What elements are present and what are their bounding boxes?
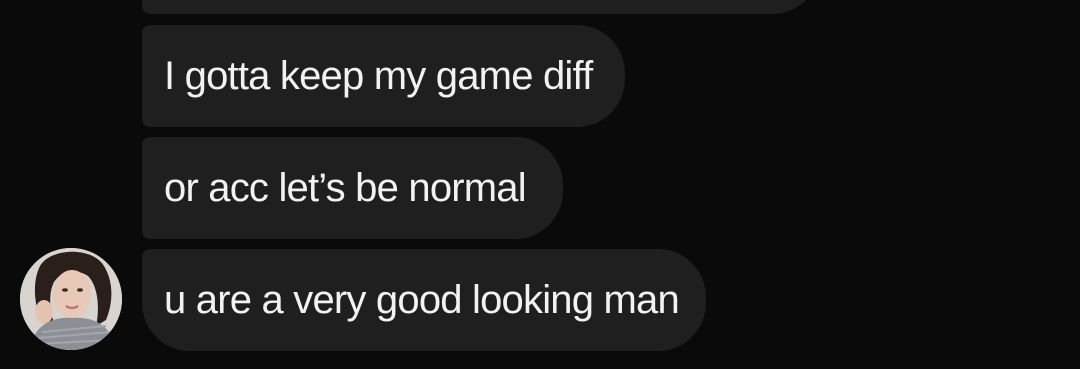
message-bubble-partial[interactable] [142, 0, 820, 14]
message-text: u are a very good looking man [164, 277, 680, 322]
message-bubble[interactable]: I gotta keep my game diff [142, 25, 625, 127]
avatar-photo-icon [20, 248, 122, 350]
message-thread: I gotta keep my game diff or acc let’s b… [0, 0, 1080, 369]
message-bubble[interactable]: or acc let’s be normal [142, 137, 563, 239]
message-bubble[interactable]: u are a very good looking man [142, 249, 706, 351]
message-text: or acc let’s be normal [164, 165, 527, 210]
message-text: I gotta keep my game diff [164, 53, 593, 98]
sender-avatar[interactable] [20, 248, 122, 350]
